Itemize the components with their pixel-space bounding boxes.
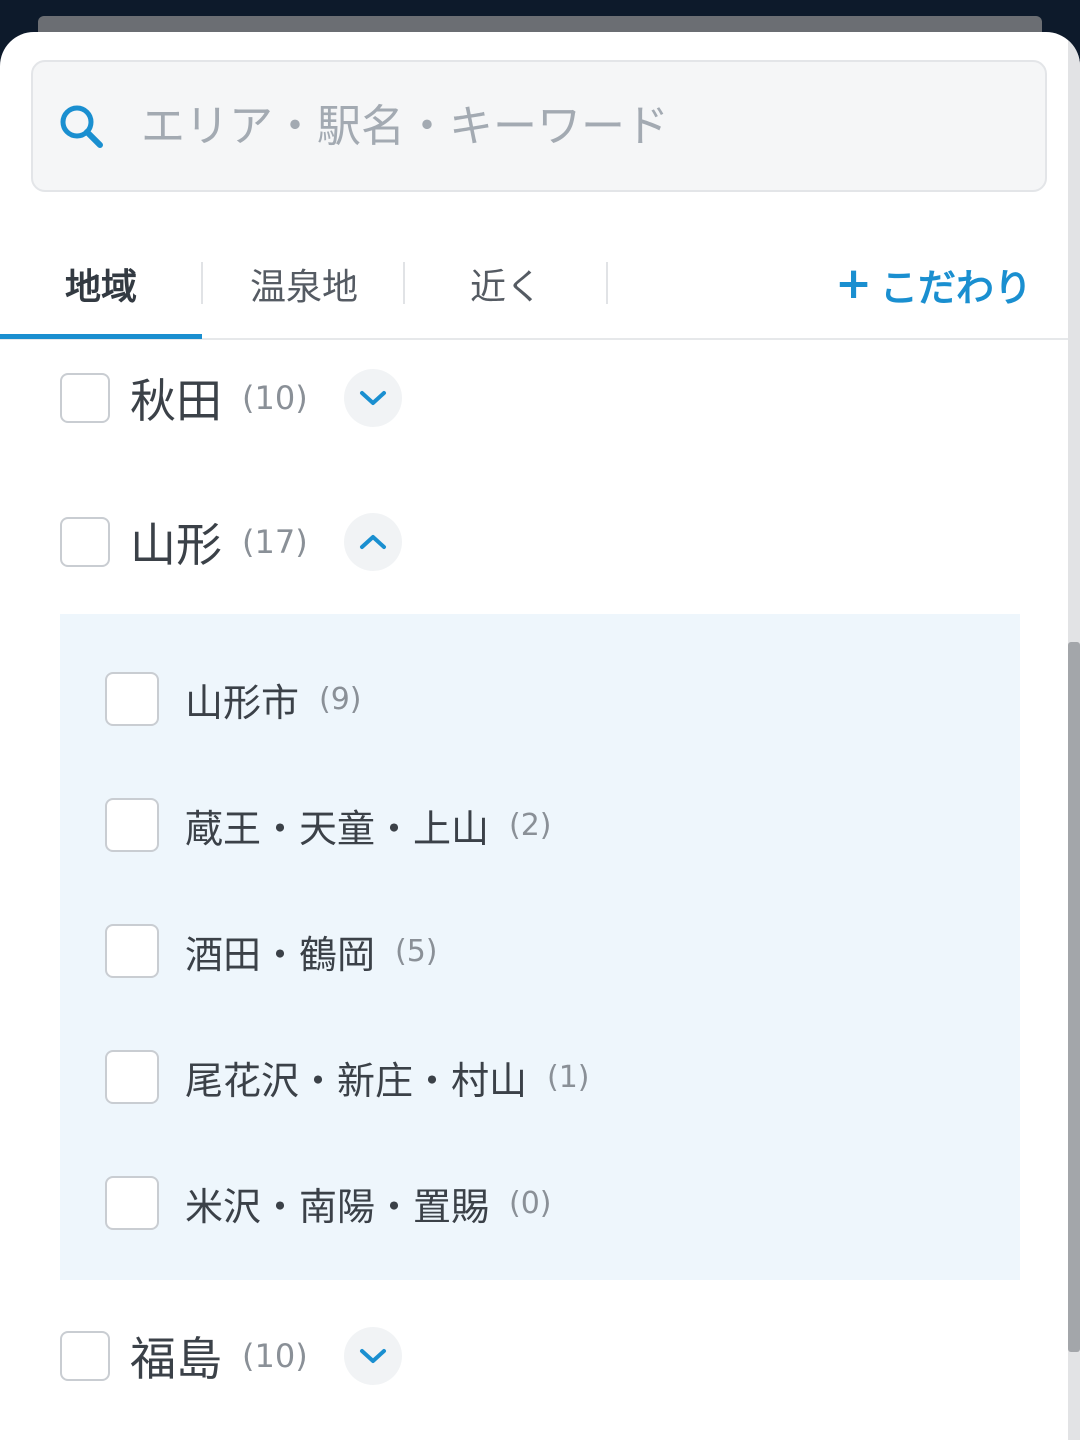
- tab-bar: 地域 温泉地 近く + こだわり: [0, 232, 1068, 340]
- region-name: 秋田: [130, 374, 222, 428]
- search-icon: [55, 100, 107, 152]
- subarea-count: (1): [547, 1059, 590, 1095]
- subarea-checkbox[interactable]: [105, 1176, 159, 1230]
- subarea-row[interactable]: 尾花沢・新庄・村山 (1): [105, 1047, 590, 1107]
- subarea-row[interactable]: 米沢・南陽・置賜 (0): [105, 1173, 552, 1233]
- region-row-akita[interactable]: 秋田 (10): [60, 358, 402, 438]
- region-name: 山形: [130, 518, 222, 572]
- subarea-row[interactable]: 蔵王・天童・上山 (2): [105, 795, 552, 855]
- tab-nearby[interactable]: 近く: [405, 232, 607, 336]
- tab-label: 地域: [64, 267, 137, 308]
- region-checkbox[interactable]: [60, 517, 110, 567]
- plus-icon: +: [835, 258, 872, 309]
- subarea-name: 米沢・南陽・置賜: [185, 1184, 490, 1229]
- tab-region[interactable]: 地域: [0, 232, 202, 339]
- subarea-name: 酒田・鶴岡: [185, 932, 376, 977]
- tab-divider: [606, 262, 608, 304]
- subarea-count: (5): [395, 933, 438, 969]
- expand-toggle-button[interactable]: [343, 1327, 402, 1385]
- search-input[interactable]: [139, 85, 1045, 167]
- subarea-name: 蔵王・天童・上山: [185, 806, 490, 851]
- region-row-fukushima[interactable]: 福島 (10): [60, 1316, 402, 1396]
- region-count: (10): [242, 379, 308, 417]
- subarea-checkbox[interactable]: [105, 672, 159, 726]
- region-row-yamagata[interactable]: 山形 (17): [60, 502, 402, 582]
- subarea-row[interactable]: 酒田・鶴岡 (5): [105, 921, 438, 981]
- tab-onsen[interactable]: 温泉地: [203, 232, 405, 336]
- chevron-down-icon: [359, 1349, 386, 1363]
- scrollbar[interactable]: [1068, 32, 1080, 1440]
- kodawari-button[interactable]: + こだわり: [835, 232, 1032, 336]
- subarea-count: (9): [319, 681, 362, 717]
- tab-label: 温泉地: [249, 267, 358, 308]
- search-box[interactable]: [31, 60, 1047, 192]
- subarea-count: (2): [509, 807, 552, 843]
- subarea-checkbox[interactable]: [105, 924, 159, 978]
- area-filter-sheet: 地域 温泉地 近く + こだわり 秋田 (10) 山形 (17): [0, 32, 1080, 1440]
- region-count: (17): [242, 523, 308, 561]
- region-checkbox[interactable]: [60, 1331, 110, 1381]
- chevron-down-icon: [359, 391, 386, 405]
- subarea-name: 尾花沢・新庄・村山: [185, 1058, 528, 1103]
- expand-toggle-button[interactable]: [343, 369, 402, 427]
- subarea-panel: 山形市 (9) 蔵王・天童・上山 (2) 酒田・鶴岡 (5) 尾花沢・新庄・村山…: [60, 614, 1020, 1280]
- subarea-checkbox[interactable]: [105, 1050, 159, 1104]
- subarea-row[interactable]: 山形市 (9): [105, 669, 362, 729]
- tab-label: 近く: [469, 267, 542, 308]
- collapse-toggle-button[interactable]: [343, 513, 402, 571]
- region-count: (10): [242, 1337, 308, 1375]
- chevron-up-icon: [359, 535, 386, 549]
- kodawari-label: こだわり: [879, 265, 1032, 310]
- subarea-count: (0): [509, 1185, 552, 1221]
- subarea-checkbox[interactable]: [105, 798, 159, 852]
- subarea-name: 山形市: [185, 680, 300, 725]
- region-checkbox[interactable]: [60, 373, 110, 423]
- scrollbar-thumb[interactable]: [1068, 642, 1080, 1352]
- region-name: 福島: [130, 1332, 222, 1386]
